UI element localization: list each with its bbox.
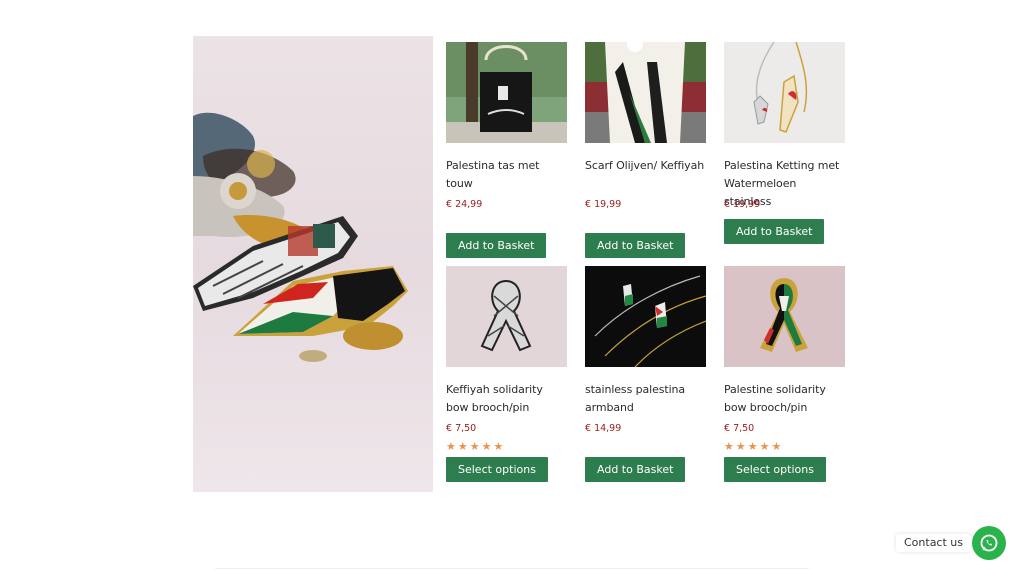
product-card: Palestina Ketting met Watermeloen stainl…: [724, 42, 846, 244]
select-options-button[interactable]: Select options: [724, 457, 826, 482]
add-to-basket-button[interactable]: Add to Basket: [585, 233, 686, 258]
product-price: € 7,50: [446, 423, 477, 434]
product-card: stainless palestina armband € 14,99 Add …: [585, 266, 707, 482]
product-image-tote-bag[interactable]: [446, 42, 567, 143]
whatsapp-button[interactable]: [972, 526, 1006, 560]
product-card: Keffiyah solidarity bow brooch/pin € 7,5…: [446, 266, 568, 482]
add-to-basket-button[interactable]: Add to Basket: [585, 457, 686, 482]
product-title[interactable]: Palestina tas met touw: [446, 157, 568, 193]
product-image-solidarity-bow[interactable]: [724, 266, 845, 367]
product-title[interactable]: Palestine solidarity bow brooch/pin: [724, 381, 846, 417]
select-options-button[interactable]: Select options: [446, 457, 548, 482]
add-to-basket-button[interactable]: Add to Basket: [446, 233, 547, 258]
product-image-necklace[interactable]: [724, 42, 845, 143]
product-title[interactable]: stainless palestina armband: [585, 381, 707, 417]
rating-stars: [585, 217, 707, 229]
product-price: € 14,99: [585, 423, 622, 434]
footer-divider: [215, 568, 809, 569]
product-price: € 7,50: [724, 423, 755, 434]
product-title[interactable]: Scarf Olijven/ Keffiyah: [585, 157, 707, 193]
hero-pins-illustration: [193, 112, 408, 362]
product-card: Scarf Olijven/ Keffiyah € 19,99 Add to B…: [585, 42, 707, 258]
product-price: € 19,99: [724, 199, 761, 210]
product-card: Palestine solidarity bow brooch/pin € 7,…: [724, 266, 846, 482]
product-title[interactable]: Keffiyah solidarity bow brooch/pin: [446, 381, 568, 417]
product-image-keffiyah-bow[interactable]: [446, 266, 567, 367]
hero-pins-image: [193, 36, 433, 492]
rating-stars: ★★★★★: [724, 440, 784, 453]
rating-stars: [446, 217, 568, 229]
contact-us-label[interactable]: Contact us: [896, 534, 971, 552]
rating-stars: ★★★★★: [446, 440, 506, 453]
rating-stars: [585, 441, 707, 453]
product-price: € 24,99: [446, 199, 483, 210]
product-title[interactable]: Palestina Ketting met Watermeloen stainl…: [724, 157, 846, 208]
product-image-armband[interactable]: [585, 266, 706, 367]
product-price: € 19,99: [585, 199, 622, 210]
add-to-basket-button[interactable]: Add to Basket: [724, 219, 825, 244]
whatsapp-icon: [980, 534, 998, 552]
product-image-scarf[interactable]: [585, 42, 706, 143]
product-card: Palestina tas met touw € 24,99 Add to Ba…: [446, 42, 568, 258]
